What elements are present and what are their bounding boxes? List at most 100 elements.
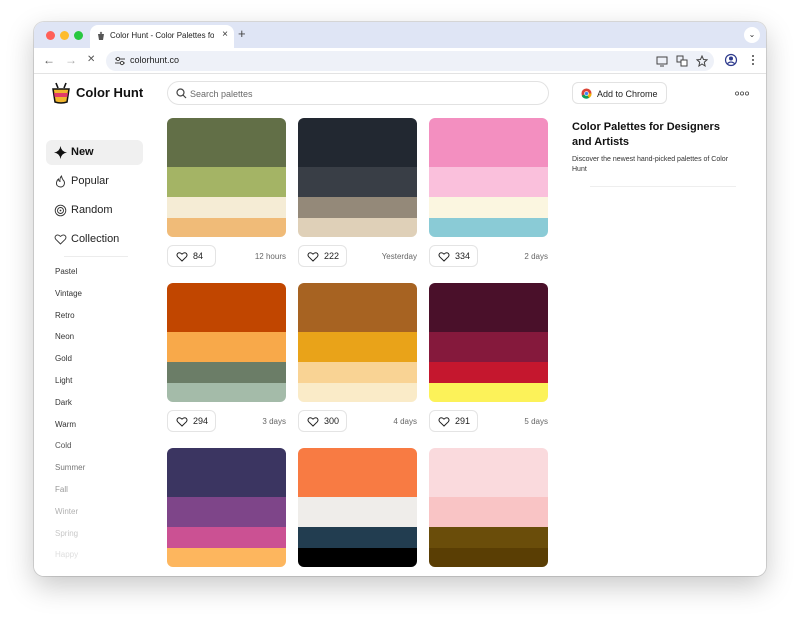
profile-icon[interactable] xyxy=(724,53,738,67)
color-swatch[interactable] xyxy=(167,383,286,402)
color-swatch[interactable] xyxy=(298,383,417,402)
sidebar-item-popular[interactable]: Popular xyxy=(46,169,143,194)
browser-window: Color Hunt - Color Palettes for Designer… xyxy=(34,22,766,576)
like-count: 291 xyxy=(455,416,471,426)
color-hunt-logo-icon[interactable] xyxy=(51,82,71,104)
palette-card[interactable] xyxy=(298,118,417,237)
color-swatch[interactable] xyxy=(298,448,417,497)
color-swatch[interactable] xyxy=(298,527,417,548)
color-swatch[interactable] xyxy=(429,218,548,237)
palette-card[interactable] xyxy=(429,283,548,402)
sidebar-item-random[interactable]: Random xyxy=(46,198,143,223)
color-swatch[interactable] xyxy=(167,362,286,383)
color-swatch[interactable] xyxy=(298,283,417,332)
sidebar-item-new[interactable]: New xyxy=(46,140,143,165)
like-button[interactable]: 222 xyxy=(298,245,347,267)
palette-card[interactable] xyxy=(167,448,286,567)
palette-age: Yesterday xyxy=(381,252,417,261)
translate-icon[interactable] xyxy=(676,55,688,67)
tag-link[interactable]: Happy xyxy=(55,550,78,559)
color-swatch[interactable] xyxy=(298,497,417,527)
tag-link[interactable]: Pastel xyxy=(55,267,77,276)
color-swatch[interactable] xyxy=(167,448,286,497)
like-count: 222 xyxy=(324,251,340,261)
tag-link[interactable]: Winter xyxy=(55,507,78,516)
tag-link[interactable]: Gold xyxy=(55,354,72,363)
color-swatch[interactable] xyxy=(429,283,548,332)
palette-card[interactable] xyxy=(167,283,286,402)
browser-menu-icon[interactable] xyxy=(746,53,760,67)
tab-search-button[interactable]: ⌄ xyxy=(744,27,760,43)
palette-card[interactable] xyxy=(298,448,417,567)
like-button[interactable]: 291 xyxy=(429,410,478,432)
color-swatch[interactable] xyxy=(298,218,417,237)
more-options-icon[interactable] xyxy=(735,91,749,96)
color-swatch[interactable] xyxy=(298,362,417,383)
tag-link[interactable]: Light xyxy=(55,376,72,385)
color-swatch[interactable] xyxy=(167,283,286,332)
color-swatch[interactable] xyxy=(429,197,548,218)
maximize-window-button[interactable] xyxy=(74,31,83,40)
color-swatch[interactable] xyxy=(167,167,286,197)
color-swatch[interactable] xyxy=(167,332,286,362)
bookmark-star-icon[interactable] xyxy=(696,55,708,67)
like-button[interactable]: 300 xyxy=(298,410,347,432)
color-swatch[interactable] xyxy=(167,497,286,527)
tag-link[interactable]: Warm xyxy=(55,420,76,429)
address-bar[interactable]: colorhunt.co xyxy=(106,51,714,71)
color-swatch[interactable] xyxy=(298,167,417,197)
color-swatch[interactable] xyxy=(298,197,417,218)
stop-loading-button[interactable]: ✕ xyxy=(87,53,95,67)
color-swatch[interactable] xyxy=(298,118,417,167)
color-swatch[interactable] xyxy=(429,448,548,497)
add-to-chrome-button[interactable]: Add to Chrome xyxy=(572,82,667,104)
search-box[interactable] xyxy=(167,81,549,105)
tag-link[interactable]: Cold xyxy=(55,441,71,450)
close-window-button[interactable] xyxy=(46,31,55,40)
new-tab-button[interactable]: + xyxy=(238,27,246,41)
flame-icon xyxy=(56,175,65,188)
palette-card[interactable] xyxy=(298,283,417,402)
heart-icon xyxy=(307,252,319,262)
tag-link[interactable]: Summer xyxy=(55,463,85,472)
forward-button[interactable]: → xyxy=(65,53,77,67)
color-swatch[interactable] xyxy=(167,548,286,567)
palette-card[interactable] xyxy=(167,118,286,237)
palette-card[interactable] xyxy=(429,448,548,567)
logo-text[interactable]: Color Hunt xyxy=(76,85,143,100)
palette-age: 5 days xyxy=(524,417,548,426)
tag-link[interactable]: Fall xyxy=(55,485,68,494)
like-button[interactable]: 334 xyxy=(429,245,478,267)
color-swatch[interactable] xyxy=(429,497,548,527)
palette-card[interactable] xyxy=(429,118,548,237)
color-swatch[interactable] xyxy=(429,362,548,383)
like-button[interactable]: 294 xyxy=(167,410,216,432)
color-swatch[interactable] xyxy=(429,383,548,402)
minimize-window-button[interactable] xyxy=(60,31,69,40)
swirl-icon xyxy=(54,204,67,217)
color-swatch[interactable] xyxy=(167,218,286,237)
color-swatch[interactable] xyxy=(429,332,548,362)
color-swatch[interactable] xyxy=(429,548,548,567)
sidebar-item-collection[interactable]: Collection xyxy=(46,227,143,252)
tag-link[interactable]: Retro xyxy=(55,311,75,320)
color-swatch[interactable] xyxy=(167,527,286,548)
like-button[interactable]: 84 xyxy=(167,245,216,267)
color-swatch[interactable] xyxy=(298,548,417,567)
tab-close-icon[interactable]: × xyxy=(222,30,228,40)
install-app-icon[interactable] xyxy=(656,55,668,67)
site-settings-icon[interactable] xyxy=(114,55,126,67)
tag-link[interactable]: Neon xyxy=(55,332,74,341)
color-swatch[interactable] xyxy=(167,197,286,218)
browser-tab[interactable]: Color Hunt - Color Palettes for Designer… xyxy=(90,25,234,48)
back-button[interactable]: ← xyxy=(43,53,55,67)
tag-link[interactable]: Spring xyxy=(55,529,78,538)
tag-link[interactable]: Vintage xyxy=(55,289,82,298)
color-swatch[interactable] xyxy=(429,527,548,548)
color-swatch[interactable] xyxy=(429,118,548,167)
color-swatch[interactable] xyxy=(298,332,417,362)
color-swatch[interactable] xyxy=(429,167,548,197)
tag-link[interactable]: Dark xyxy=(55,398,72,407)
color-swatch[interactable] xyxy=(167,118,286,167)
search-input[interactable] xyxy=(190,87,530,100)
